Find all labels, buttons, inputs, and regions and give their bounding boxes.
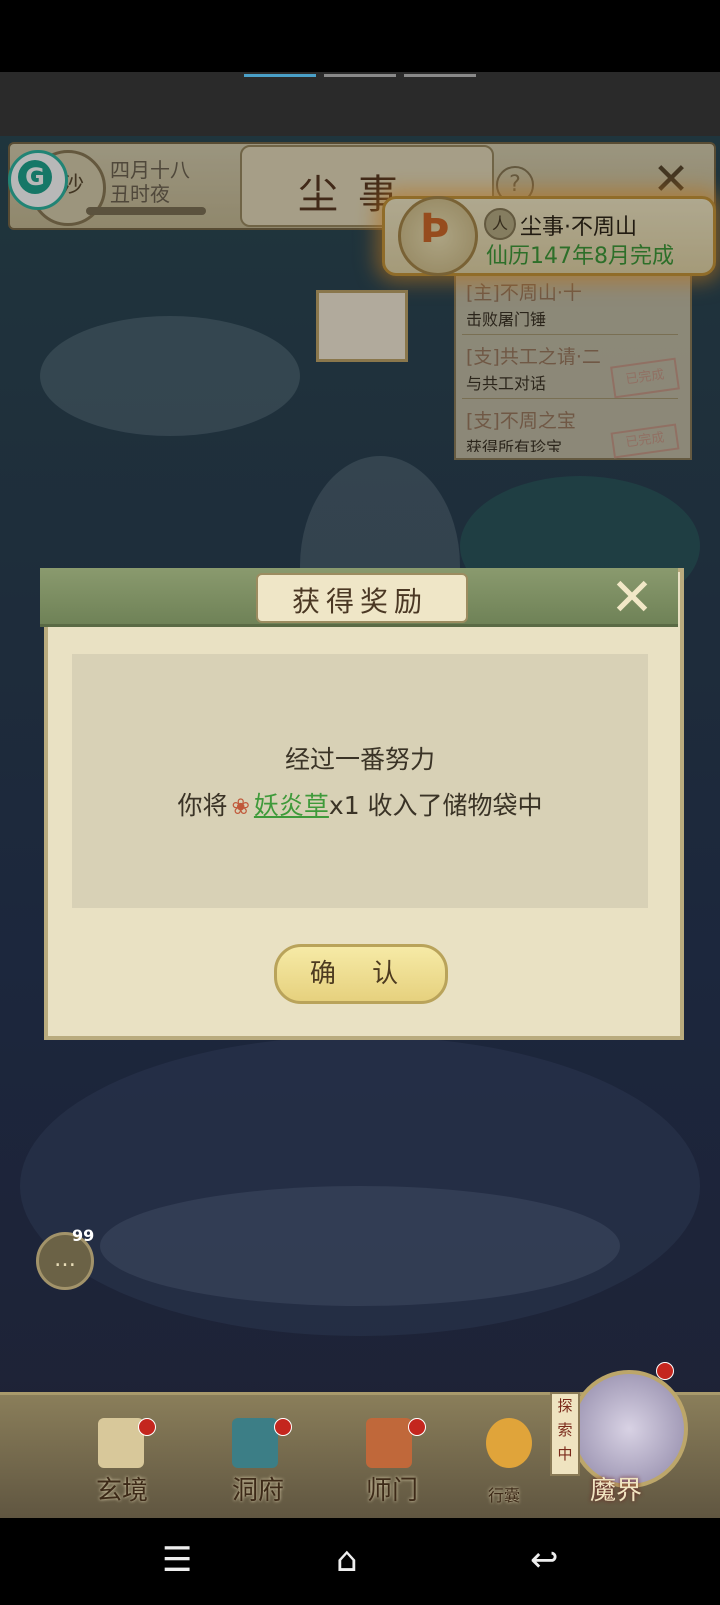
home-icon[interactable]: ⌂ bbox=[336, 1540, 358, 1580]
dialog-title: 获得奖励 bbox=[291, 585, 428, 618]
dongfu-icon bbox=[232, 1418, 278, 1468]
nav-bag[interactable]: 行囊 bbox=[488, 1482, 520, 1506]
shimen-icon bbox=[366, 1418, 412, 1468]
item-link[interactable]: 妖炎草 bbox=[254, 791, 329, 820]
notification-dot bbox=[274, 1418, 292, 1436]
notification-dot bbox=[138, 1418, 156, 1436]
nav-shimen[interactable]: 师门 bbox=[366, 1470, 418, 1507]
page-indicator bbox=[404, 74, 476, 77]
notification-dot bbox=[656, 1362, 674, 1380]
dialog-message-line2: 你将 ❀ 妖炎草x1 收入了储物袋中 bbox=[72, 786, 648, 822]
confirm-button[interactable]: 确 认 bbox=[274, 944, 448, 1004]
page-indicator-active bbox=[244, 74, 316, 77]
close-icon[interactable]: ✕ bbox=[606, 572, 658, 624]
nav-demon-realm[interactable]: 魔界 bbox=[590, 1470, 642, 1507]
status-bar bbox=[0, 0, 720, 72]
herb-icon: ❀ bbox=[231, 795, 250, 820]
tab-strip bbox=[0, 72, 720, 136]
menu-icon[interactable]: ☰ bbox=[162, 1540, 192, 1580]
bag-icon bbox=[486, 1418, 532, 1468]
dialog-message-panel bbox=[72, 654, 648, 908]
nav-xuanjing[interactable]: 玄境 bbox=[96, 1470, 148, 1507]
message-prefix: 你将 bbox=[177, 791, 228, 820]
chat-count-badge: 99 bbox=[72, 1226, 95, 1245]
notification-dot bbox=[408, 1418, 426, 1436]
message-suffix: x1 收入了储物袋中 bbox=[328, 791, 543, 820]
exploring-tag: 探索中 bbox=[550, 1392, 580, 1476]
dialog-message-line1: 经过一番努力 bbox=[284, 745, 435, 774]
page-indicator bbox=[324, 74, 396, 77]
system-nav-bar bbox=[0, 1518, 720, 1605]
nav-dongfu[interactable]: 洞府 bbox=[232, 1470, 284, 1507]
back-icon[interactable]: ↩ bbox=[530, 1540, 559, 1580]
